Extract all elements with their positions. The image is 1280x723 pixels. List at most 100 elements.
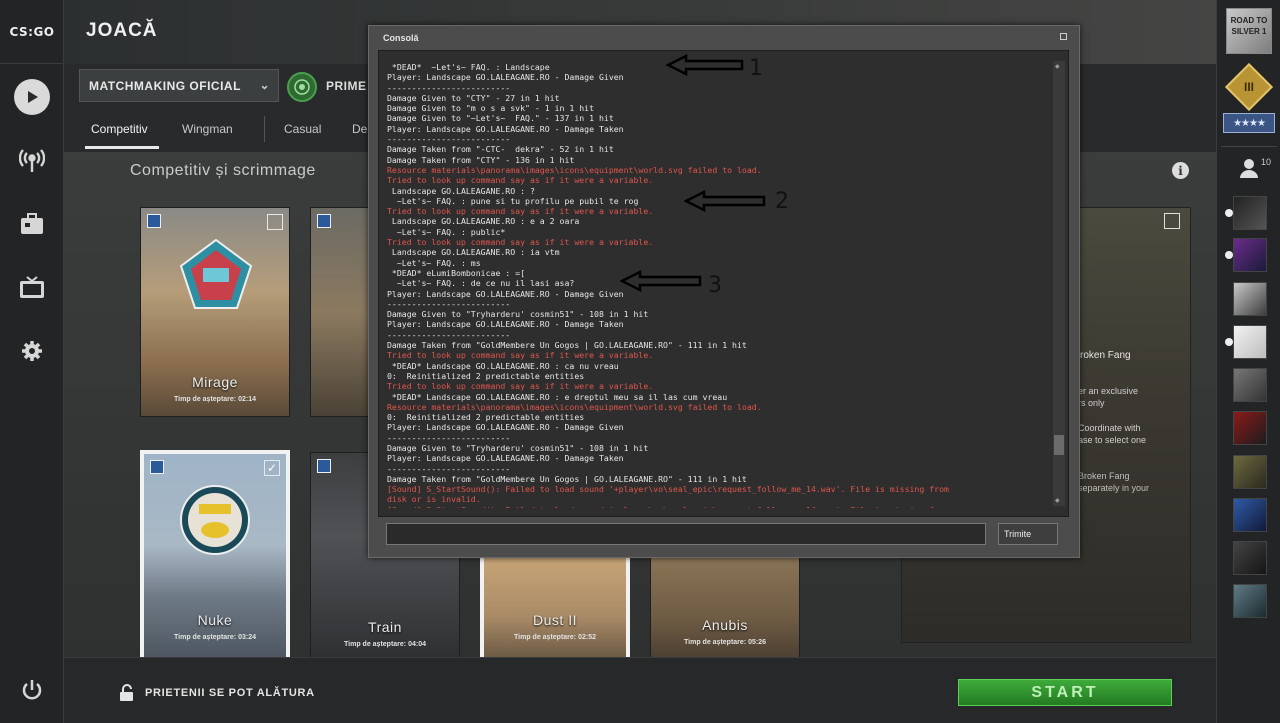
broadcast-icon[interactable] bbox=[12, 140, 52, 180]
map-checkbox[interactable] bbox=[267, 214, 283, 230]
map-name: Anubis bbox=[702, 617, 748, 633]
friend-avatar[interactable] bbox=[1233, 411, 1267, 445]
page-title: JOACĂ bbox=[86, 20, 158, 41]
avatar[interactable]: ROAD TO SILVER 1 bbox=[1226, 8, 1272, 54]
friend-avatar[interactable] bbox=[1233, 498, 1267, 532]
console-error-line: [Sound] S_StartSound(): Failed to load s… bbox=[387, 505, 1037, 508]
friend-avatar[interactable] bbox=[1225, 238, 1267, 272]
info-icon[interactable]: i bbox=[1172, 162, 1189, 179]
friend-avatar[interactable] bbox=[1225, 325, 1267, 359]
console-line: Damage Given to "~Let's~ FAQ." - 137 in … bbox=[387, 113, 614, 124]
map-checkbox-checked[interactable]: ✓ bbox=[264, 460, 280, 476]
chevron-down-icon: ⌄ bbox=[259, 78, 270, 92]
friends-count: 10 bbox=[1261, 157, 1272, 167]
submit-button[interactable]: Trimite bbox=[998, 523, 1058, 545]
console-line: ------------------------- bbox=[387, 134, 511, 145]
left-nav: CS:GO bbox=[0, 0, 64, 723]
console-line: ------------------------- bbox=[387, 82, 511, 93]
console-error-line: Tried to look up command say as if it we… bbox=[387, 175, 654, 186]
map-name: Dust II bbox=[533, 612, 577, 628]
scroll-thumb[interactable] bbox=[1054, 435, 1064, 455]
annotation-arrow-icon bbox=[666, 54, 744, 76]
map-name: Nuke bbox=[197, 612, 233, 628]
broken-fang-title: roken Fang bbox=[1080, 350, 1131, 361]
console-line: Damage Given to "m o s a svk" - 1 in 1 h… bbox=[387, 103, 595, 114]
close-icon[interactable] bbox=[1060, 33, 1067, 40]
wait-time: Timp de așteptare: 04:04 bbox=[344, 641, 426, 648]
mirage-badge-icon bbox=[179, 238, 253, 309]
friend-avatar[interactable] bbox=[1233, 455, 1267, 489]
console-line: Player: Landscape GO.LALEAGANE.RO - Dama… bbox=[387, 123, 624, 134]
console-line: ~Let's~ FAQ. : ms bbox=[387, 257, 481, 268]
friend-avatar[interactable] bbox=[1233, 541, 1267, 575]
console-line: Damage Given to "Tryharderu' cosmin51" -… bbox=[387, 442, 649, 453]
annotation-label: 3 bbox=[708, 273, 722, 298]
console-input[interactable] bbox=[386, 523, 986, 545]
console-error-line: disk or is invalid. bbox=[387, 494, 481, 505]
console-line: ~Let's~ FAQ. : public* bbox=[387, 226, 506, 237]
tab-competitiv[interactable]: Competitiv bbox=[91, 122, 148, 136]
console-line: Player: Landscape GO.LALEAGANE.RO - Dama… bbox=[387, 319, 624, 330]
console-error-line: Resource materials\panorama\images\icons… bbox=[387, 401, 762, 412]
start-button[interactable]: START bbox=[958, 679, 1172, 706]
map-card-mirage[interactable]: Mirage Timp de așteptare: 02:14 bbox=[140, 207, 290, 417]
right-sidebar: ROAD TO SILVER 1 III ★★★★ 10 bbox=[1216, 0, 1280, 723]
scrollbar[interactable]: ◆ ◆ bbox=[1053, 61, 1065, 506]
wait-time: Timp de așteptare: 02:52 bbox=[514, 634, 596, 641]
level-icon[interactable]: III bbox=[1224, 62, 1274, 112]
console-error-line: Tried to look up command say as if it we… bbox=[387, 350, 654, 361]
console-line: *DEAD* Landscape GO.LALEAGANE.RO : e dre… bbox=[387, 391, 728, 402]
tab-casual[interactable]: Casual bbox=[284, 122, 321, 136]
mode-dropdown[interactable]: MATCHMAKING OFICIAL ⌄ bbox=[79, 69, 279, 102]
friends-can-join-label[interactable]: PRIETENII SE POT ALĂTURA bbox=[145, 687, 315, 699]
friend-avatar[interactable] bbox=[1233, 584, 1267, 618]
console-line: Damage Taken from "CTY" - 136 in 1 hit bbox=[387, 154, 575, 165]
gear-icon[interactable] bbox=[12, 331, 52, 371]
power-icon[interactable] bbox=[12, 670, 52, 710]
console-line: ------------------------- bbox=[387, 432, 511, 443]
unlock-icon[interactable] bbox=[118, 684, 136, 702]
tv-icon[interactable] bbox=[12, 268, 52, 308]
section-title: Competitiv și scrimmage bbox=[130, 162, 316, 179]
tab-wingman[interactable]: Wingman bbox=[182, 122, 233, 136]
annotation-arrow-icon bbox=[620, 270, 702, 292]
console-error-line: Tried to look up command say as if it we… bbox=[387, 381, 654, 392]
active-tab-indicator bbox=[85, 146, 159, 149]
console-error-line: Tried to look up command say as if it we… bbox=[387, 237, 654, 248]
csgo-logo[interactable]: CS:GO bbox=[0, 0, 64, 64]
friends-icon[interactable] bbox=[1239, 158, 1259, 178]
broken-fang-text: Broken Fang separately in your bbox=[1078, 471, 1150, 493]
console-line: Landscape GO.LALEAGANE.RO : e a 2 oara bbox=[387, 216, 580, 227]
friend-avatar[interactable] bbox=[1233, 282, 1267, 316]
flag-icon bbox=[147, 214, 161, 228]
console-line: 0: Reinitialized 2 predictable entities bbox=[387, 370, 585, 381]
map-name: Train bbox=[368, 619, 402, 635]
map-checkbox[interactable] bbox=[1164, 213, 1180, 229]
console-line: Landscape GO.LALEAGANE.RO : ia vtm bbox=[387, 247, 560, 258]
inventory-icon[interactable] bbox=[12, 204, 52, 244]
scroll-down-icon[interactable]: ◆ bbox=[1055, 497, 1060, 504]
map-card-dust2[interactable]: Dust II Timp de așteptare: 02:52 bbox=[480, 552, 630, 662]
flag-icon bbox=[317, 214, 331, 228]
footer: PRIETENII SE POT ALĂTURA START bbox=[64, 657, 1216, 723]
broken-fang-text: er an exclusive rs only bbox=[1078, 386, 1139, 408]
flag-icon bbox=[150, 460, 164, 474]
console-title: Consolă bbox=[383, 33, 419, 43]
console-line: Damage Given to "CTY" - 27 in 1 hit bbox=[387, 92, 560, 103]
wait-time: Timp de așteptare: 02:14 bbox=[174, 396, 256, 403]
stars-badge[interactable]: ★★★★ bbox=[1223, 113, 1275, 133]
console-output: *DEAD* ~Let's~ FAQ. : Landscape Player: L… bbox=[378, 50, 1069, 517]
scroll-up-icon[interactable]: ◆ bbox=[1055, 63, 1060, 70]
console-line: Damage Taken from "GoldMembere Un Gogos … bbox=[387, 340, 747, 351]
play-icon[interactable] bbox=[12, 77, 52, 117]
map-card-nuke[interactable]: ✓ Nuke Timp de așteptare: 03:24 bbox=[140, 450, 290, 662]
console-error-line: [Sound] S_StartSound(): Failed to load s… bbox=[387, 484, 949, 495]
map-card-anubis[interactable]: Anubis Timp de așteptare: 05:26 bbox=[650, 552, 800, 662]
friend-avatar[interactable] bbox=[1233, 368, 1267, 402]
console-window[interactable]: Consolă *DEAD* ~Let's~ FAQ. : Landscape P… bbox=[368, 25, 1080, 558]
friend-avatar[interactable] bbox=[1225, 196, 1267, 230]
console-line: ------------------------- bbox=[387, 298, 511, 309]
level-value: III bbox=[1243, 80, 1254, 94]
nuke-badge-icon bbox=[180, 485, 250, 555]
annotation-label: 2 bbox=[775, 189, 789, 214]
